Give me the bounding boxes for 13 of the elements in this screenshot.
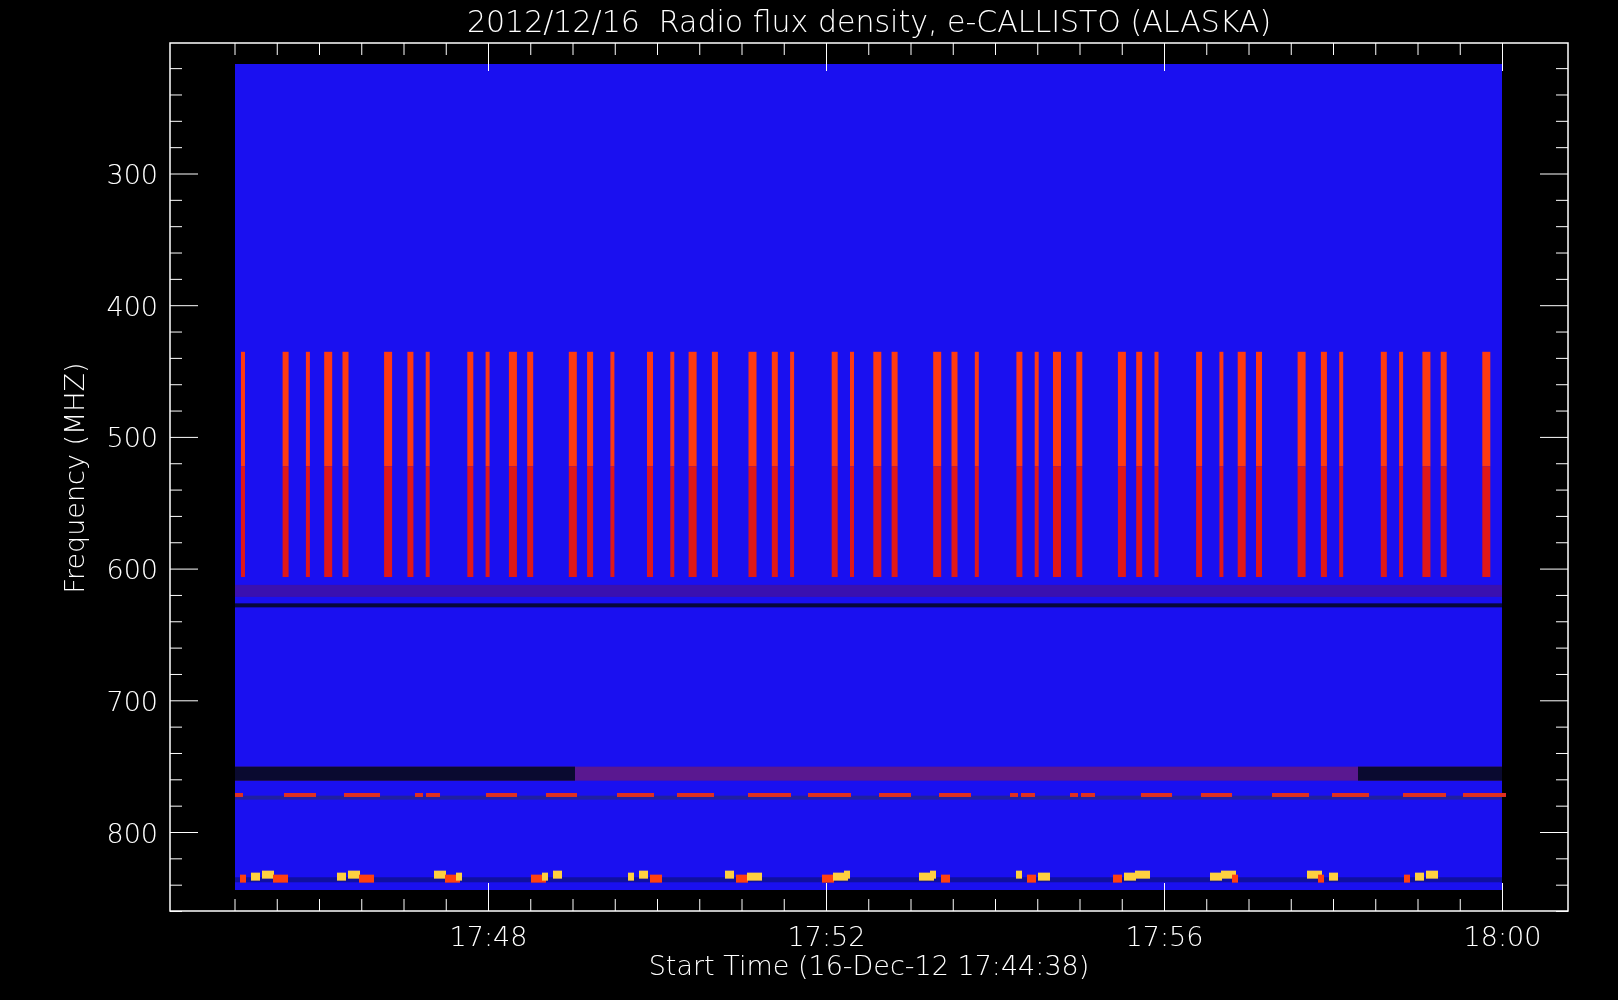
x-tick-label: 17:56 xyxy=(1125,921,1204,952)
y-axis-label: Frequency (MHZ) xyxy=(59,362,90,594)
y-tick-label: 600 xyxy=(106,554,158,586)
x-tick-label: 17:52 xyxy=(787,921,866,952)
x-axis-label: Start Time (16-Dec-12 17:44:38) xyxy=(648,950,1090,981)
y-tick-label: 800 xyxy=(106,817,158,849)
y-tick-label: 300 xyxy=(106,159,158,190)
y-tick-label: 400 xyxy=(106,290,158,322)
x-tick-label: 17:48 xyxy=(449,921,528,952)
chart-title: 2012/12/16 Radio flux density, e-CALLISTO (ALASKA) xyxy=(466,4,1272,39)
y-tick-label: 700 xyxy=(106,685,158,717)
y-tick-label: 500 xyxy=(106,422,158,454)
x-tick-label: 18:00 xyxy=(1463,921,1542,952)
